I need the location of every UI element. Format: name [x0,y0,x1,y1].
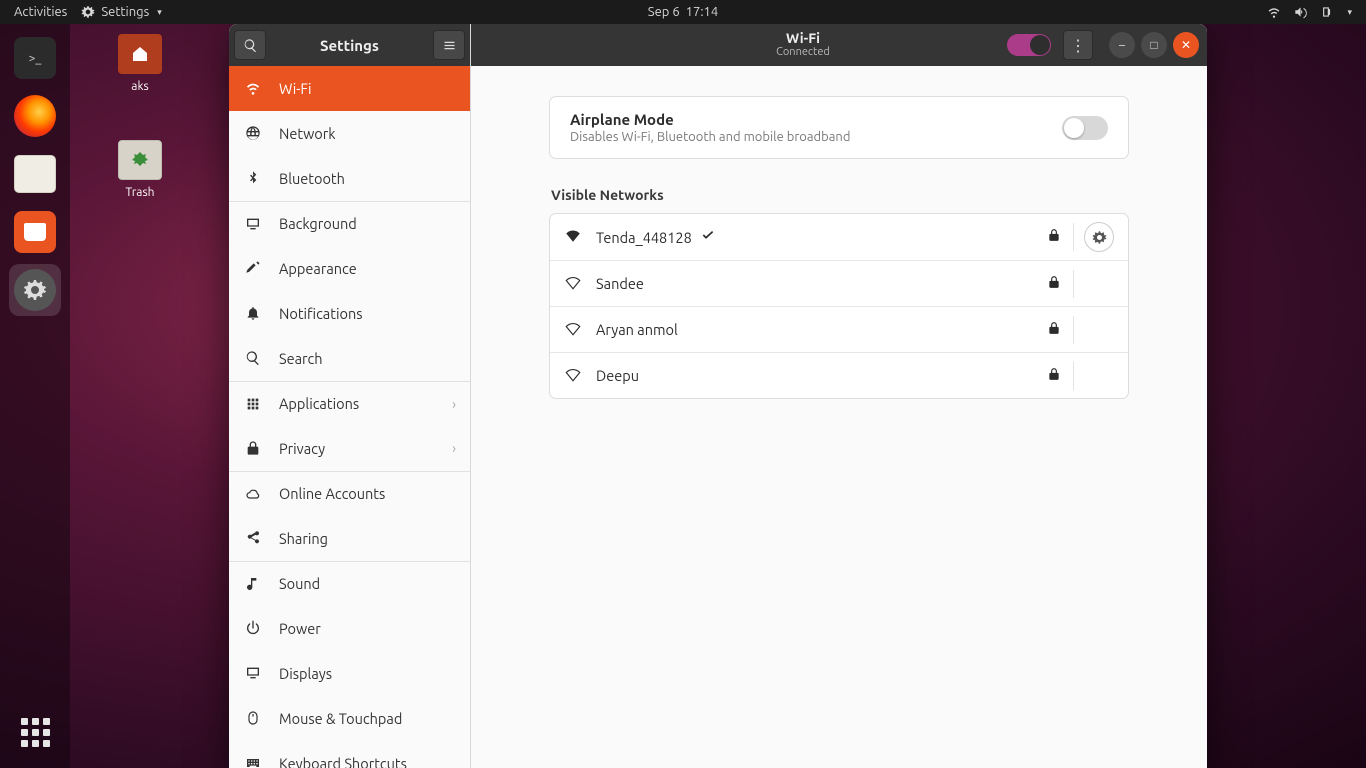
activities-button[interactable]: Activities [14,5,67,19]
sidebar-item-sharing[interactable]: Sharing [229,516,470,561]
chevron-down-icon: ▾ [157,7,162,18]
lock-icon [243,440,263,456]
show-applications[interactable] [9,706,61,758]
sidebar-item-search[interactable]: Search [229,336,470,381]
chevron-down-icon: ▾ [1347,7,1352,18]
gnome-top-bar: Activities Settings ▾ Sep 6 17:14 ▾ [0,0,1366,24]
dock-firefox[interactable] [9,90,61,142]
content-header: Wi-Fi Connected ⋮ – □ ✕ [471,24,1207,66]
search-icon [243,350,263,366]
clock[interactable]: Sep 6 17:14 [648,5,718,19]
network-row[interactable]: Tenda_448128 [550,214,1128,260]
lock-icon [1047,228,1061,246]
sidebar-list: Wi-Fi Network Bluetooth Background Appea… [229,66,470,768]
network-name: Aryan anmol [596,321,678,338]
sidebar-menu-button[interactable] [433,30,465,60]
chevron-right-icon: › [452,396,456,412]
desktop-trash[interactable]: Trash [100,140,180,199]
wifi-icon [1267,5,1281,19]
globe-icon [243,125,263,141]
dock-settings[interactable] [9,264,61,316]
power-icon [243,620,263,636]
volume-icon [1293,5,1307,19]
signal-icon [564,365,584,387]
grid-icon [243,396,263,412]
sidebar-header: Settings [229,24,470,66]
airplane-mode-row: Airplane Mode Disables Wi-Fi, Bluetooth … [549,96,1129,159]
sidebar-item-applications[interactable]: Applications› [229,381,470,426]
sidebar-title: Settings [271,37,428,54]
signal-icon [564,226,584,248]
app-menu[interactable]: Settings ▾ [81,5,161,19]
sidebar-item-appearance[interactable]: Appearance [229,246,470,291]
lock-icon [1047,275,1061,293]
share-icon [243,530,263,546]
desktop-icon-label: aks [131,80,148,93]
dock-files[interactable] [9,148,61,200]
signal-icon [564,319,584,341]
wifi-master-toggle[interactable] [1007,34,1051,56]
dock: >_ [0,24,70,768]
settings-window: Settings Wi-Fi Network Bluetooth Backgro… [229,24,1207,768]
bluetooth-icon [243,170,263,186]
mouse-icon [243,710,263,726]
sidebar-search-button[interactable] [234,30,266,60]
note-icon [243,576,263,592]
sidebar-item-background[interactable]: Background [229,201,470,246]
chevron-right-icon: › [452,440,456,456]
airplane-mode-desc: Disables Wi-Fi, Bluetooth and mobile bro… [570,130,850,144]
wifi-icon [243,80,263,96]
visible-networks-heading: Visible Networks [551,187,1127,203]
network-settings-button[interactable] [1084,222,1114,252]
window-close-button[interactable]: ✕ [1173,32,1199,58]
connected-check-icon [700,227,716,247]
sidebar-item-keyboard[interactable]: Keyboard Shortcuts [229,741,470,768]
sidebar-item-sound[interactable]: Sound [229,561,470,606]
page-title: Wi-Fi [599,31,1007,46]
app-menu-label: Settings [101,5,149,19]
network-name: Sandee [596,275,644,292]
system-status-area[interactable]: ▾ [1267,5,1366,19]
network-row[interactable]: Deepu [550,352,1128,398]
dock-software[interactable] [9,206,61,258]
window-maximize-button[interactable]: □ [1141,32,1167,58]
sidebar-item-displays[interactable]: Displays [229,651,470,696]
sidebar-item-online-accounts[interactable]: Online Accounts [229,471,470,516]
cloud-icon [243,486,263,502]
network-name: Deepu [596,367,639,384]
battery-icon [1319,5,1333,19]
sidebar-item-bluetooth[interactable]: Bluetooth [229,156,470,201]
display-icon [243,216,263,232]
header-menu-button[interactable]: ⋮ [1063,30,1093,60]
display-icon [243,665,263,681]
desktop-icon-label: Trash [125,186,154,199]
network-row[interactable]: Aryan anmol [550,306,1128,352]
bell-icon [243,305,263,321]
page-subtitle: Connected [599,46,1007,59]
airplane-mode-title: Airplane Mode [570,111,850,128]
sidebar-item-privacy[interactable]: Privacy› [229,426,470,471]
lock-icon [1047,321,1061,339]
desktop-home-folder[interactable]: aks [100,34,180,93]
settings-content: Wi-Fi Connected ⋮ – □ ✕ Airplane Mode Di… [471,24,1207,768]
keyboard-icon [243,755,263,768]
sidebar-item-network[interactable]: Network [229,111,470,156]
sidebar-item-power[interactable]: Power [229,606,470,651]
brush-icon [243,260,263,276]
sidebar-item-wifi[interactable]: Wi-Fi [229,66,470,111]
network-row[interactable]: Sandee [550,260,1128,306]
sidebar-item-mouse[interactable]: Mouse & Touchpad [229,696,470,741]
settings-sidebar: Settings Wi-Fi Network Bluetooth Backgro… [229,24,471,768]
window-minimize-button[interactable]: – [1109,32,1135,58]
dock-terminal[interactable]: >_ [9,32,61,84]
network-list: Tenda_448128 Sandee Aryan anmol Deepu [549,213,1129,399]
sidebar-item-notifications[interactable]: Notifications [229,291,470,336]
gear-icon [81,5,95,19]
lock-icon [1047,367,1061,385]
signal-icon [564,273,584,295]
airplane-mode-toggle[interactable] [1062,116,1108,140]
network-name: Tenda_448128 [596,229,692,246]
